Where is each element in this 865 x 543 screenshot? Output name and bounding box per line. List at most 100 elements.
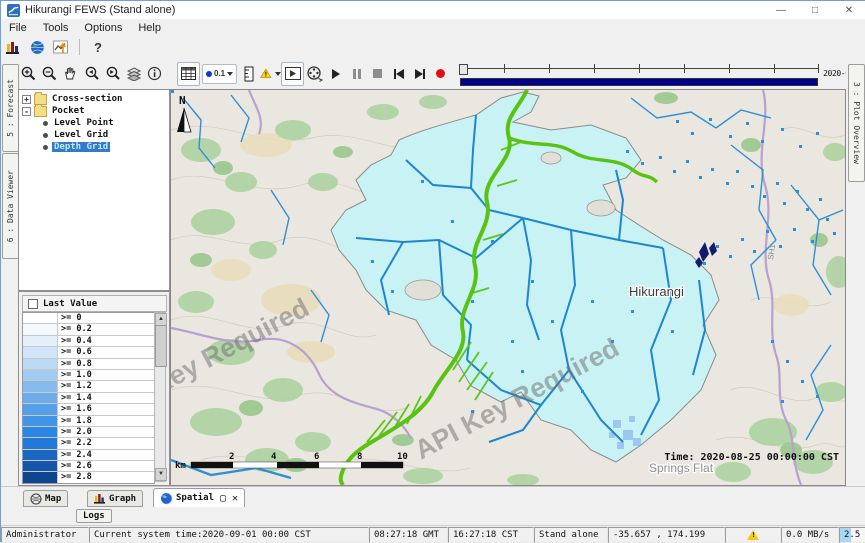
tree-node-level-grid[interactable]: Level Grid [19,129,169,141]
status-local-time: 16:27:18 CST [448,527,534,543]
tree-node-level-point[interactable]: Level Point [19,117,169,129]
legend-label: >= 0 [58,313,154,323]
tab-forecast[interactable]: 5 : Forecast [2,64,19,152]
tab-spatial[interactable]: Spatial ▢ ✕ [153,488,245,508]
grid-display-globe-icon[interactable] [25,37,49,57]
warning-threshold-icon[interactable] [260,63,281,85]
tab-graph[interactable]: Graph [87,490,143,507]
legend-swatch [23,461,58,471]
legend-label: >= 2.0 [58,427,154,437]
legend-swatch [23,347,58,357]
legend-label: >= 1.2 [58,381,154,391]
pause-button[interactable] [346,63,367,85]
threshold-dot-icon [206,71,212,77]
threshold-dropdown[interactable]: 0.1 [202,64,237,84]
zoom-in-icon[interactable] [18,63,39,85]
tab-data-viewer[interactable]: 6 : Data Viewer [2,153,19,259]
last-value-toggle[interactable]: Last Value [22,295,167,312]
zoom-out-icon[interactable] [39,63,60,85]
bottom-tab-bar: Map Graph Spatial ▢ ✕ [1,486,865,508]
time-slider[interactable] [459,62,819,86]
minimize-button[interactable]: — [764,2,798,19]
menu-help[interactable]: Help [130,21,169,35]
zoom-previous-icon[interactable] [81,63,102,85]
legend-swatch [23,404,58,414]
skip-to-end-button[interactable] [409,63,430,85]
warning-icon [747,530,759,540]
logs-button[interactable]: Logs [76,509,112,523]
leaf-bullet-icon [43,121,48,126]
record-button[interactable] [430,63,451,85]
status-user: Administrator [1,527,89,543]
expand-icon[interactable]: + [22,95,31,104]
legend-swatch [23,438,58,448]
svg-text:2: 2 [229,452,234,462]
main-toolbar: ? [1,36,865,59]
longitudinal-profile-icon[interactable] [49,37,73,57]
pan-hand-icon[interactable] [60,63,81,85]
tab-close-icon[interactable]: ✕ [232,493,238,504]
svg-text:km: km [175,461,186,471]
scale-ruler-icon[interactable] [239,63,260,85]
legend-panel: Last Value >= 0 >= 0.2 >= 0.4 >= 0.6 >= … [18,291,170,486]
legend-swatch [23,450,58,460]
status-bar: Administrator Current system time:2020-0… [1,525,865,543]
legend-swatch [23,393,58,403]
legend-table: >= 0 >= 0.2 >= 0.4 >= 0.6 >= 0.8 >= 1.0 … [22,312,155,484]
checkbox-icon[interactable] [28,299,38,309]
scroll-down-icon[interactable]: ▼ [155,468,167,481]
database-display-icon[interactable] [1,37,25,57]
status-gmt-time: 08:27:18 GMT [369,527,448,543]
legend-label: >= 1.4 [58,393,154,403]
map-canvas[interactable]: API Key Required API Key Required Hikura… [171,90,845,485]
svg-text:N: N [179,94,186,107]
time-slider-handle[interactable] [459,64,468,75]
maximize-button[interactable]: □ [798,2,832,19]
legend-swatch [23,359,58,369]
spatial-globe-icon [160,492,173,505]
folder-icon [34,106,47,117]
map-toolbar: 0.1 2020-08-25 00:00:00 CST [18,58,846,90]
leaf-bullet-icon [43,145,48,150]
status-warning-cell[interactable] [725,527,781,543]
skip-to-start-button[interactable] [388,63,409,85]
menu-tools[interactable]: Tools [35,21,77,35]
status-mode: Stand alone [534,527,608,543]
legend-scrollbar[interactable]: ▲ ▼ [154,312,166,482]
close-button[interactable]: ✕ [832,2,865,19]
info-icon[interactable] [144,63,165,85]
animation-reel-icon[interactable] [304,63,325,85]
legend-label: >= 2.4 [58,450,154,460]
map-view[interactable]: API Key Required API Key Required Hikura… [170,89,846,486]
toolbar-separator [79,39,80,55]
scroll-thumb[interactable] [155,325,167,367]
menu-options[interactable]: Options [76,21,130,35]
play-button[interactable] [325,63,346,85]
layers-icon[interactable] [123,63,144,85]
status-memory[interactable]: 2.5 GB [839,527,865,543]
tab-map[interactable]: Map [23,490,68,507]
tab-plot-overview[interactable]: 3 : Plot Overview [848,64,865,182]
legend-label: >= 0.4 [58,336,154,346]
collapse-icon[interactable]: - [22,107,31,116]
svg-text:4: 4 [271,452,277,462]
animation-window-icon[interactable] [281,62,304,86]
tree-node-depth-grid[interactable]: Depth Grid [19,141,169,153]
legend-swatch [23,416,58,426]
legend-label: >= 0.2 [58,324,154,334]
legend-label: >= 0.6 [58,347,154,357]
stop-button[interactable] [367,63,388,85]
logs-row: Logs [1,507,865,525]
legend-swatch [23,336,58,346]
legend-label: >= 2.8 [58,472,154,482]
help-button[interactable]: ? [86,37,110,57]
town-label: Hikurangi [629,284,684,299]
zoom-next-icon[interactable] [102,63,123,85]
tab-maximize-icon[interactable]: ▢ [220,493,226,504]
svg-text:8: 8 [357,452,362,462]
menu-file[interactable]: File [1,21,35,35]
threshold-value: 0.1 [214,69,225,78]
status-system-time: Current system time:2020-09-01 00:00 CST [89,527,369,543]
tree-node-pocket[interactable]: - Pocket [19,105,169,117]
grid-display-icon[interactable] [177,62,200,86]
